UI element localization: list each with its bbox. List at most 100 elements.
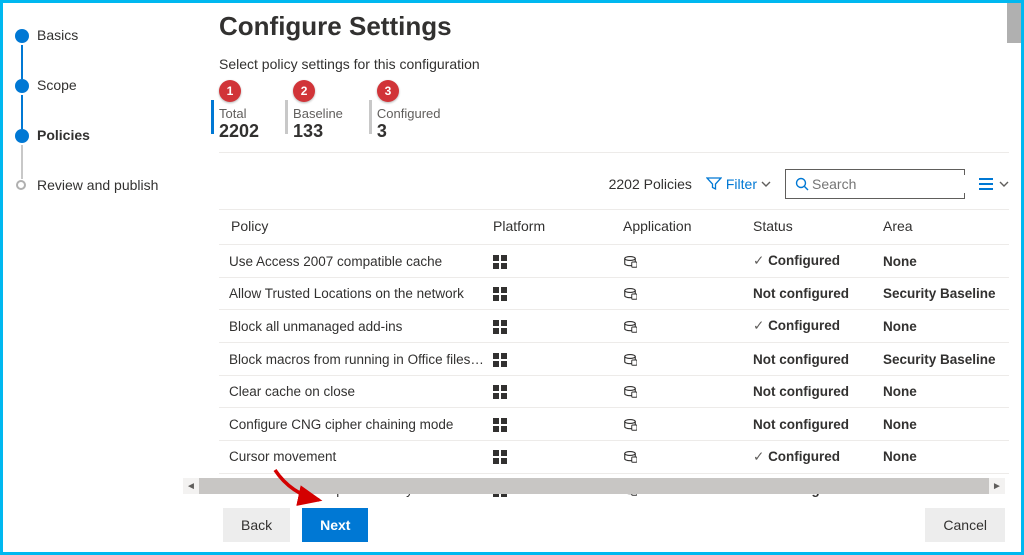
- step-label: Basics: [37, 27, 78, 43]
- col-area[interactable]: Area: [879, 210, 1009, 245]
- table-row[interactable]: Cursor movement ConfiguredNone: [219, 440, 1009, 473]
- application-icon: [623, 450, 637, 464]
- cell-area: None: [879, 440, 1009, 473]
- table-row[interactable]: Block macros from running in Office file…: [219, 343, 1009, 375]
- cell-status: Configured: [749, 245, 879, 278]
- funnel-icon: [706, 176, 722, 192]
- step-connector: [21, 145, 23, 179]
- cell-policy: Configure CNG cipher chaining mode: [219, 408, 489, 440]
- cell-status: Not configured: [749, 375, 879, 407]
- cell-area: Security Baseline: [879, 278, 1009, 310]
- cell-status: Not configured: [749, 278, 879, 310]
- table-row[interactable]: Clear cache on closeNot configuredNone: [219, 375, 1009, 407]
- scroll-left-arrow-icon[interactable]: ◄: [183, 481, 199, 492]
- windows-icon: [493, 287, 507, 301]
- metric-value: 133: [293, 121, 343, 142]
- metric-total[interactable]: 1 Total 2202: [219, 80, 259, 142]
- search-box[interactable]: [785, 169, 965, 199]
- cell-area: Security Baseline: [879, 343, 1009, 375]
- cell-policy: Block all unmanaged add-ins: [219, 310, 489, 343]
- windows-icon: [493, 255, 507, 269]
- search-input[interactable]: [810, 175, 995, 193]
- main-panel: Configure Settings Select policy setting…: [183, 3, 1021, 552]
- horizontal-scrollbar[interactable]: ◄ ►: [183, 478, 1005, 494]
- cell-status: Not configured: [749, 408, 879, 440]
- filter-button[interactable]: Filter: [706, 176, 771, 192]
- step-dot-icon: [15, 29, 29, 43]
- table-row[interactable]: Block all unmanaged add-insConfiguredNon…: [219, 310, 1009, 343]
- col-platform[interactable]: Platform: [489, 210, 619, 245]
- table-row[interactable]: Configure CNG cipher chaining mode Not co…: [219, 408, 1009, 440]
- table-row[interactable]: Use Access 2007 compatible cache Configur…: [219, 245, 1009, 278]
- wizard-steps-sidebar: Basics Scope Policies Review and publish: [3, 3, 183, 552]
- step-basics[interactable]: Basics: [15, 27, 171, 77]
- cell-policy: Cursor movement: [219, 440, 489, 473]
- page-subtitle: Select policy settings for this configur…: [219, 56, 1009, 72]
- windows-icon: [493, 385, 507, 399]
- step-dot-icon: [16, 180, 26, 190]
- cell-policy: Block macros from running in Office file…: [219, 343, 489, 375]
- application-icon: [623, 287, 637, 301]
- metric-label: Configured: [377, 106, 441, 121]
- cell-platform: [489, 245, 619, 278]
- step-label: Review and publish: [37, 177, 158, 193]
- next-button[interactable]: Next: [302, 508, 368, 542]
- step-policies[interactable]: Policies: [15, 127, 171, 177]
- cell-area: None: [879, 375, 1009, 407]
- chevron-down-icon: [761, 179, 771, 189]
- metric-value: 2202: [219, 121, 259, 142]
- step-scope[interactable]: Scope: [15, 77, 171, 127]
- cell-application: [619, 375, 749, 407]
- metric-accent-bar: [211, 100, 214, 134]
- step-label: Policies: [37, 127, 90, 143]
- back-button[interactable]: Back: [223, 508, 290, 542]
- page-title: Configure Settings: [219, 11, 1009, 42]
- annotation-badge-2: 2: [293, 80, 315, 102]
- search-icon: [794, 176, 810, 192]
- cell-platform: [489, 440, 619, 473]
- scroll-right-arrow-icon[interactable]: ►: [989, 481, 1005, 492]
- cell-area: None: [879, 245, 1009, 278]
- cell-status: Configured: [749, 440, 879, 473]
- cell-policy: Use Access 2007 compatible cache: [219, 245, 489, 278]
- cell-platform: [489, 310, 619, 343]
- table-row[interactable]: Allow Trusted Locations on the network No…: [219, 278, 1009, 310]
- cell-status: Not configured: [749, 343, 879, 375]
- col-policy[interactable]: Policy: [219, 210, 489, 245]
- cell-application: [619, 278, 749, 310]
- cancel-button[interactable]: Cancel: [925, 508, 1005, 542]
- step-dot-icon: [15, 79, 29, 93]
- list-view-icon: [979, 177, 997, 191]
- filter-label: Filter: [726, 176, 757, 192]
- cell-policy: Allow Trusted Locations on the network: [219, 278, 489, 310]
- metrics-row: 1 Total 2202 2 Baseline 133 3 Configured…: [219, 80, 1009, 153]
- cell-application: [619, 408, 749, 440]
- cell-application: [619, 310, 749, 343]
- col-application[interactable]: Application: [619, 210, 749, 245]
- windows-icon: [493, 320, 507, 334]
- metric-accent-bar: [285, 100, 288, 134]
- metric-configured[interactable]: 3 Configured 3: [377, 80, 441, 142]
- step-review-publish[interactable]: Review and publish: [15, 177, 171, 193]
- application-icon: [623, 418, 637, 432]
- view-options-button[interactable]: [979, 177, 1009, 191]
- table-toolbar: 2202 Policies Filter: [219, 159, 1009, 210]
- cell-platform: [489, 408, 619, 440]
- cell-platform: [489, 278, 619, 310]
- windows-icon: [493, 418, 507, 432]
- policies-count-label: 2202 Policies: [609, 176, 692, 192]
- cell-platform: [489, 343, 619, 375]
- annotation-badge-1: 1: [219, 80, 241, 102]
- col-status[interactable]: Status: [749, 210, 879, 245]
- windows-icon: [493, 353, 507, 367]
- cell-application: [619, 245, 749, 278]
- cell-application: [619, 343, 749, 375]
- metric-value: 3: [377, 121, 441, 142]
- metric-baseline[interactable]: 2 Baseline 133: [293, 80, 343, 142]
- cell-platform: [489, 375, 619, 407]
- chevron-down-icon: [999, 179, 1009, 189]
- step-label: Scope: [37, 77, 77, 93]
- metric-label: Baseline: [293, 106, 343, 121]
- metric-accent-bar: [369, 100, 372, 134]
- scrollbar-thumb[interactable]: [199, 478, 989, 494]
